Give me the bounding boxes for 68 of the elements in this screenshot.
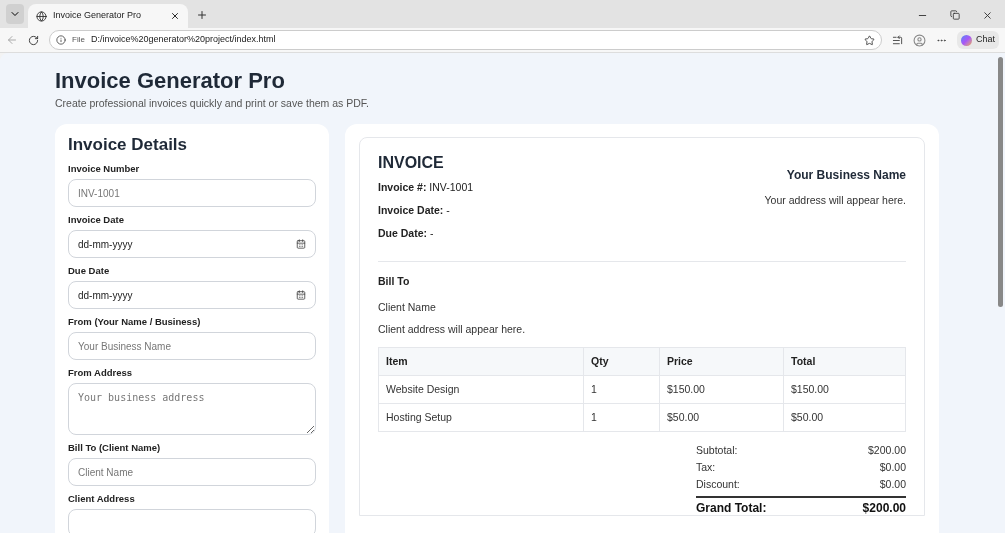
field-label: From (Your Name / Business) xyxy=(68,316,202,328)
total-value: $0.00 xyxy=(879,459,906,475)
table-cell: 1 xyxy=(583,375,660,404)
reload-icon[interactable] xyxy=(28,34,39,46)
field-label: Invoice Number xyxy=(68,163,141,175)
copilot-icon xyxy=(961,34,972,46)
invoice-meta: Due Date: - xyxy=(378,226,435,240)
tab-list-button[interactable] xyxy=(6,4,24,24)
date-field[interactable]: dd-mm-yyyy xyxy=(68,281,316,309)
client-name: Client Name xyxy=(378,300,437,314)
total-label: Subtotal: xyxy=(696,442,738,458)
business-address: Your address will appear here. xyxy=(764,193,906,208)
field-label: From Address xyxy=(68,367,134,379)
invoice-heading: INVOICE xyxy=(378,154,445,172)
restore-icon[interactable] xyxy=(950,10,960,20)
table-cell: $150.00 xyxy=(659,375,784,404)
invoice-meta: Invoice Date: - xyxy=(378,203,451,217)
column-header: Total xyxy=(783,347,906,376)
scheme-label: File xyxy=(72,34,85,46)
date-placeholder: dd-mm-yyyy xyxy=(78,288,133,303)
table-cell: Website Design xyxy=(378,375,584,404)
input-field[interactable]: Your Business Name xyxy=(68,332,316,360)
business-name: Your Business Name xyxy=(786,167,906,184)
profile-icon[interactable] xyxy=(913,33,926,47)
bill-to-heading: Bill To xyxy=(378,274,411,288)
total-label: Discount: xyxy=(696,476,740,492)
scrollbar[interactable] xyxy=(995,53,1005,533)
field-label: Due Date xyxy=(68,265,111,277)
url-text: D:/invoice%20generator%20project/index.html xyxy=(90,33,277,47)
address-bar[interactable]: File D:/invoice%20generator%20project/index.html xyxy=(49,30,882,50)
calendar-icon[interactable] xyxy=(296,239,306,249)
page-title: Invoice Generator Pro xyxy=(55,68,286,94)
close-icon[interactable] xyxy=(982,10,993,21)
favorites-icon[interactable] xyxy=(892,34,903,46)
column-header: Qty xyxy=(583,347,660,376)
field-label: Invoice Date xyxy=(68,214,125,226)
globe-icon xyxy=(36,10,47,22)
table-cell: $50.00 xyxy=(783,403,906,432)
page-subtitle: Create professional invoices quickly and print or save them as PDF. xyxy=(55,96,370,110)
field-label: Client Address xyxy=(68,493,136,505)
date-field[interactable]: dd-mm-yyyy xyxy=(68,230,316,258)
total-value: $0.00 xyxy=(879,476,906,492)
input-field[interactable]: Client Name xyxy=(68,458,316,486)
input-field[interactable] xyxy=(68,509,316,533)
table-cell: $50.00 xyxy=(659,403,784,432)
date-placeholder: dd-mm-yyyy xyxy=(78,237,133,252)
table-cell: Hosting Setup xyxy=(378,403,584,432)
total-label: Tax: xyxy=(696,459,716,475)
info-icon xyxy=(56,35,66,45)
browser-tab[interactable]: Invoice Generator Pro xyxy=(28,4,188,28)
close-icon[interactable] xyxy=(170,11,180,21)
table-cell: $150.00 xyxy=(783,375,906,404)
form-title: Invoice Details xyxy=(68,135,189,155)
field-label: Bill To (Client Name) xyxy=(68,442,162,454)
chat-button[interactable]: Chat xyxy=(957,31,999,49)
star-icon[interactable] xyxy=(864,34,875,46)
client-address: Client address will appear here. xyxy=(378,322,527,336)
column-header: Price xyxy=(659,347,784,376)
total-value: $200.00 xyxy=(868,442,906,458)
input-field[interactable]: INV-1001 xyxy=(68,179,316,207)
table-cell: 1 xyxy=(583,403,660,432)
textarea-field[interactable]: Your business address xyxy=(68,383,316,435)
column-header: Item xyxy=(378,347,584,376)
grand-total-label: Grand Total: xyxy=(696,501,767,515)
calendar-icon[interactable] xyxy=(296,290,306,300)
grand-total-value: $200.00 xyxy=(862,501,906,515)
invoice-meta: Invoice #: INV-1001 xyxy=(378,180,474,194)
new-tab-icon[interactable] xyxy=(196,9,208,21)
